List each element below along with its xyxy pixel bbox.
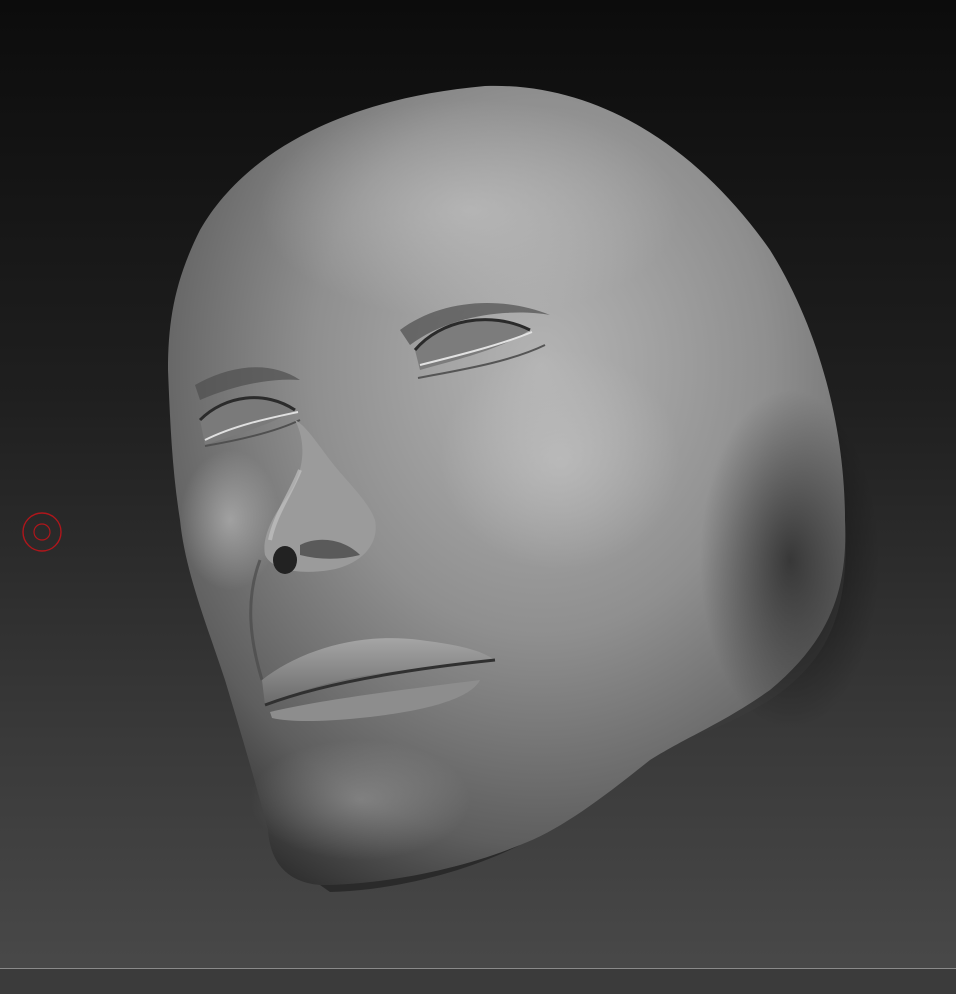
chin-highlight — [250, 740, 470, 860]
cheek-highlight-left — [180, 450, 280, 590]
cheek-highlight-right — [440, 350, 680, 570]
forehead-highlight — [260, 100, 680, 320]
side-shadow — [700, 390, 880, 730]
brush-circle-icon — [22, 512, 62, 552]
floor-plane — [0, 969, 956, 994]
sculpted-head-mesh[interactable] — [0, 0, 956, 994]
sculpt-viewport[interactable] — [0, 0, 956, 994]
